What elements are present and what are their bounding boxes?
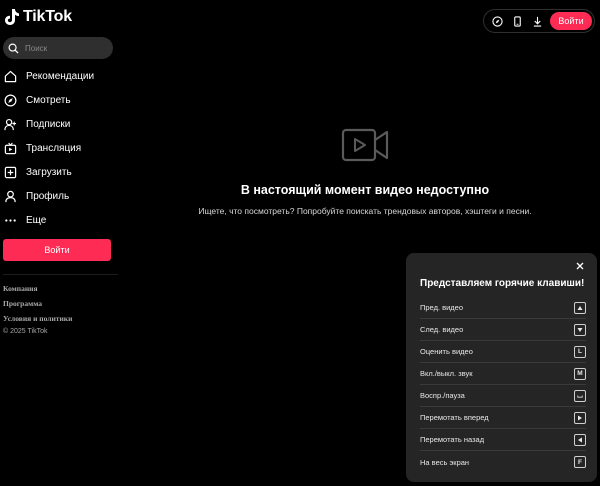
- shortcut-label: Оценить видео: [420, 347, 473, 356]
- home-icon: [3, 69, 17, 83]
- page-subtitle: Ищете, что посмотреть? Попробуйте поиска…: [198, 206, 532, 216]
- key-l: L: [574, 345, 586, 358]
- sidebar-item-watch[interactable]: Смотреть: [3, 88, 113, 112]
- space-icon: [574, 389, 586, 402]
- sidebar-item-live[interactable]: Трансляция: [3, 136, 113, 160]
- key-m: M: [574, 367, 586, 380]
- sidebar-item-recommendations[interactable]: Рекомендации: [3, 64, 113, 88]
- tiktok-note-icon: [5, 9, 19, 25]
- shortcut-label: Перемотать назад: [420, 435, 485, 444]
- shortcut-row: На весь экран F: [420, 451, 586, 473]
- shortcut-row: Перемотать вперед: [420, 407, 586, 429]
- download-icon[interactable]: [530, 14, 545, 29]
- shortcut-row: Вкл./выкл. звук M: [420, 363, 586, 385]
- brand-name: TikTok: [23, 8, 72, 25]
- shortcut-row: Перемотать назад: [420, 429, 586, 451]
- page-title: В настоящий момент видео недоступно: [240, 183, 490, 197]
- arrow-left-icon: [574, 433, 586, 446]
- shortcut-label: Вкл./выкл. звук: [420, 369, 473, 378]
- sidebar-item-label: Рекомендации: [26, 70, 95, 82]
- compass-icon[interactable]: [490, 14, 505, 29]
- user-plus-icon: [3, 117, 17, 131]
- shortcut-label: Пред. видео: [420, 303, 464, 312]
- shortcut-label: Перемотать вперед: [420, 413, 489, 422]
- sidebar-item-label: Загрузить: [26, 166, 72, 178]
- more-icon: [3, 213, 17, 227]
- search-bar[interactable]: [3, 37, 113, 59]
- shortcut-row: Пред. видео: [420, 297, 586, 319]
- tiktok-logo[interactable]: TikTok: [4, 8, 72, 26]
- shortcut-row: След. видео: [420, 319, 586, 341]
- top-actions: Войти: [483, 9, 595, 33]
- copyright-text: © 2025 TikTok: [3, 328, 48, 335]
- sidebar-item-following[interactable]: Подписки: [3, 112, 113, 136]
- header-login-button[interactable]: Войти: [550, 12, 592, 30]
- sidebar-divider: [3, 274, 118, 275]
- sidebar-item-label: Еще: [26, 214, 47, 226]
- shortcut-row: Воспр./пауза: [420, 385, 586, 407]
- plus-square-icon: [3, 165, 17, 179]
- shortcut-label: След. видео: [420, 325, 464, 334]
- shortcut-label: Воспр./пауза: [420, 391, 465, 400]
- footer-link-company[interactable]: Компания: [3, 284, 72, 299]
- arrow-up-icon: [574, 301, 586, 314]
- sidebar-item-upload[interactable]: Загрузить: [3, 160, 113, 184]
- sidebar-nav: Рекомендации Смотреть Подписки Трансляци…: [3, 64, 113, 232]
- arrow-right-icon: [574, 411, 586, 424]
- sidebar-item-label: Смотреть: [26, 94, 71, 106]
- sidebar-item-profile[interactable]: Профиль: [3, 184, 113, 208]
- sidebar-item-label: Профиль: [26, 190, 70, 202]
- close-icon[interactable]: [573, 259, 587, 273]
- phone-icon[interactable]: [510, 14, 525, 29]
- shortcuts-panel: Представляем горячие клавиши! Пред. виде…: [406, 253, 597, 482]
- shortcuts-title: Представляем горячие клавиши!: [420, 278, 585, 289]
- search-icon: [8, 43, 19, 54]
- search-input[interactable]: [25, 43, 110, 53]
- footer-link-terms[interactable]: Условия и политики: [3, 314, 72, 329]
- video-unavailable-icon: [341, 128, 389, 162]
- footer-link-program[interactable]: Программа: [3, 299, 72, 314]
- key-f: F: [574, 456, 586, 468]
- shortcut-row: Оценить видео L: [420, 341, 586, 363]
- shortcut-label: На весь экран: [420, 457, 470, 467]
- sidebar-footer: Компания Программа Условия и политики © …: [3, 284, 72, 335]
- user-icon: [3, 189, 17, 203]
- shortcuts-list: Пред. видео След. видео Оценить видео L …: [420, 297, 586, 473]
- live-icon: [3, 141, 17, 155]
- sidebar-item-label: Подписки: [26, 118, 71, 130]
- sidebar-item-more[interactable]: Еще: [3, 208, 113, 232]
- sidebar-login-button[interactable]: Войти: [3, 239, 111, 261]
- compass-icon: [3, 93, 17, 107]
- sidebar-item-label: Трансляция: [26, 142, 82, 154]
- arrow-down-icon: [574, 323, 586, 336]
